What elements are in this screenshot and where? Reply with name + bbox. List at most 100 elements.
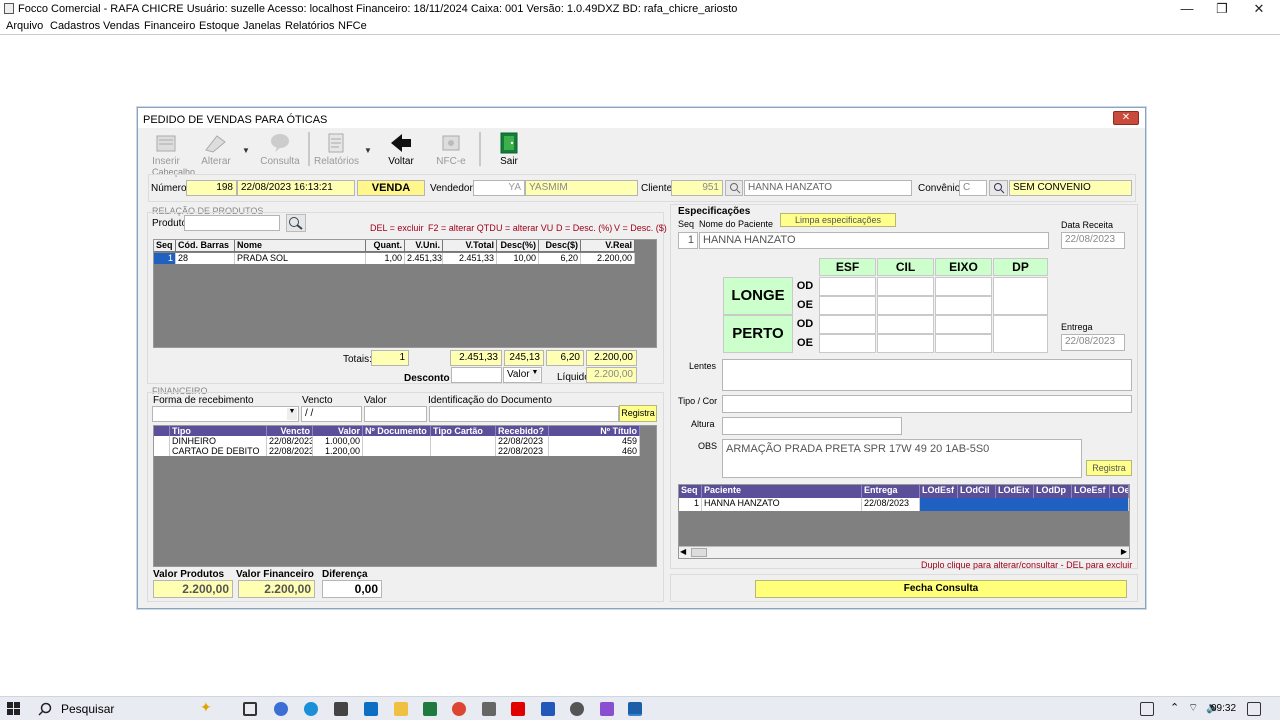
fecha-consulta-button[interactable]: Fecha Consulta [755,580,1127,598]
forma-select[interactable]: ▼ [152,406,299,422]
financeiro-grid[interactable]: Tipo Vencto Valor Nº Documento Tipo Cart… [153,425,657,567]
alterar-button[interactable]: Alterar [194,132,238,172]
taskbar-search-label[interactable]: Pesquisar [61,702,114,716]
altura-input[interactable] [722,417,902,435]
keyboard-icon[interactable] [1140,702,1154,716]
rx-longe-od-eixo[interactable] [935,277,992,296]
store-icon[interactable] [334,702,348,716]
network-icon[interactable]: ⌔ [1188,701,1198,715]
windows-start-icon[interactable] [7,702,21,716]
consulta-button[interactable]: Consulta [258,132,302,172]
rx-longe-dp[interactable] [993,277,1048,315]
chevron-up-icon[interactable]: ⌃ [1170,701,1179,714]
scroll-left-icon[interactable]: ◀ [680,547,686,556]
app-drop-icon[interactable] [600,702,614,716]
valor-input[interactable] [364,406,427,422]
word-icon[interactable] [541,702,555,716]
rx-perto-od-eixo[interactable] [935,315,992,334]
rx-longe-oe-label: OE [794,296,816,314]
menu-vendas[interactable]: Vendas [103,20,140,32]
convenio-code-field[interactable]: C [959,180,987,196]
desconto-input[interactable] [451,367,502,383]
copilot-icon[interactable] [274,702,288,716]
calculator-icon[interactable] [482,702,496,716]
hint-del: DEL = excluir [370,223,424,233]
ident-input[interactable] [429,406,619,422]
convenio-name-field[interactable]: SEM CONVENIO [1009,180,1132,196]
ident-label: Identificação do Documento [428,395,552,406]
menu-financeiro[interactable]: Financeiro [144,20,195,32]
rx-perto-oe-cil[interactable] [877,334,934,353]
rx-longe-oe-eixo[interactable] [935,296,992,315]
desconto-tipo-select[interactable]: Valor ▼ [503,367,542,383]
relatorios-dropdown-icon[interactable]: ▼ [364,146,372,155]
rx-longe-od-esf[interactable] [819,277,876,296]
clock-time[interactable]: 09:32 [1211,703,1236,714]
vendedor-name-field[interactable]: YASMIM [525,180,638,196]
minimize-button[interactable]: — [1172,1,1202,17]
registra-spec-button[interactable]: Registra [1086,460,1132,476]
produto-input[interactable] [184,215,280,231]
menu-relatorios[interactable]: Relatórios [285,20,335,32]
close-button[interactable]: ✕ [1244,1,1274,17]
paciente-field[interactable]: HANNA HANZATO [699,232,1049,249]
rx-longe-oe-esf[interactable] [819,296,876,315]
rx-perto-od-cil[interactable] [877,315,934,334]
lentes-input[interactable] [722,359,1132,391]
search-icon[interactable] [38,702,52,716]
mail-icon[interactable] [364,702,378,716]
convenio-search-button[interactable] [989,180,1008,196]
scroll-thumb[interactable] [691,548,707,557]
sair-button[interactable]: Sair [487,132,531,172]
menu-arquivo[interactable]: Arquivo [6,20,43,32]
limpa-especificacoes-button[interactable]: Limpa especificações [780,213,896,227]
menu-janelas[interactable]: Janelas [243,20,281,32]
relatorios-button[interactable]: Relatórios [314,132,359,172]
edge-icon[interactable] [304,702,318,716]
menu-nfce[interactable]: NFCe [338,20,367,32]
cliente-code-field[interactable]: 951 [671,180,723,196]
menu-estoque[interactable]: Estoque [199,20,239,32]
file-explorer-icon[interactable] [394,702,408,716]
youtube-icon[interactable] [511,702,525,716]
dialog-close-button[interactable]: ✕ [1113,111,1139,125]
spec-grid-scrollbar[interactable]: ◀ ▶ [679,546,1129,558]
datetime-field[interactable]: 22/08/2023 16:13:21 [237,180,355,196]
tipo-cor-input[interactable] [722,395,1132,413]
task-view-icon[interactable] [243,702,257,716]
rx-perto-dp[interactable] [993,315,1048,353]
rx-perto-od-esf[interactable] [819,315,876,334]
rx-perto-oe-esf[interactable] [819,334,876,353]
focco-app-icon[interactable] [628,702,642,716]
entrega-field[interactable]: 22/08/2023 [1061,334,1125,351]
produtos-grid[interactable]: Seq Cód. Barras Nome Quant. V.Uni. V.Tot… [153,239,657,348]
restore-button[interactable]: ❐ [1207,1,1237,17]
numero-field[interactable]: 198 [186,180,237,196]
vencto-input[interactable]: / / [301,406,362,422]
cliente-name-field[interactable]: HANNA HANZATO [744,180,912,196]
excel-icon[interactable] [423,702,437,716]
menu-cadastros[interactable]: Cadastros [50,20,100,32]
vencto-label: Vencto [302,395,333,406]
notification-icon[interactable] [1247,702,1261,716]
nome-paciente-label: Nome do Paciente [699,219,774,229]
window-titlebar: Focco Comercial - RAFA CHICRE Usuário: s… [0,0,1280,18]
chrome-icon[interactable] [452,702,466,716]
rx-longe-oe-cil[interactable] [877,296,934,315]
spec-grid[interactable]: Seq Paciente Entrega LOdEsf LOdCil LOdEi… [678,484,1130,559]
nfce-button[interactable]: NFC-e [429,132,473,172]
produto-search-button[interactable] [286,214,306,232]
alterar-dropdown-icon[interactable]: ▼ [242,146,250,155]
cliente-search-button[interactable] [725,180,743,196]
rx-perto-oe-eixo[interactable] [935,334,992,353]
data-receita-field[interactable]: 22/08/2023 [1061,232,1125,249]
inserir-button[interactable]: Inserir [144,132,188,172]
voltar-button[interactable]: Voltar [379,132,423,172]
scroll-right-icon[interactable]: ▶ [1121,547,1127,556]
vendedor-code-field[interactable]: YA [473,180,525,196]
app-circle-icon[interactable] [570,702,584,716]
insert-icon [156,135,176,152]
registra-financeiro-button[interactable]: Registra [619,405,657,422]
rx-longe-od-cil[interactable] [877,277,934,296]
obs-textarea[interactable]: ARMAÇÃO PRADA PRETA SPR 17W 49 20 1AB-5S… [722,439,1082,478]
